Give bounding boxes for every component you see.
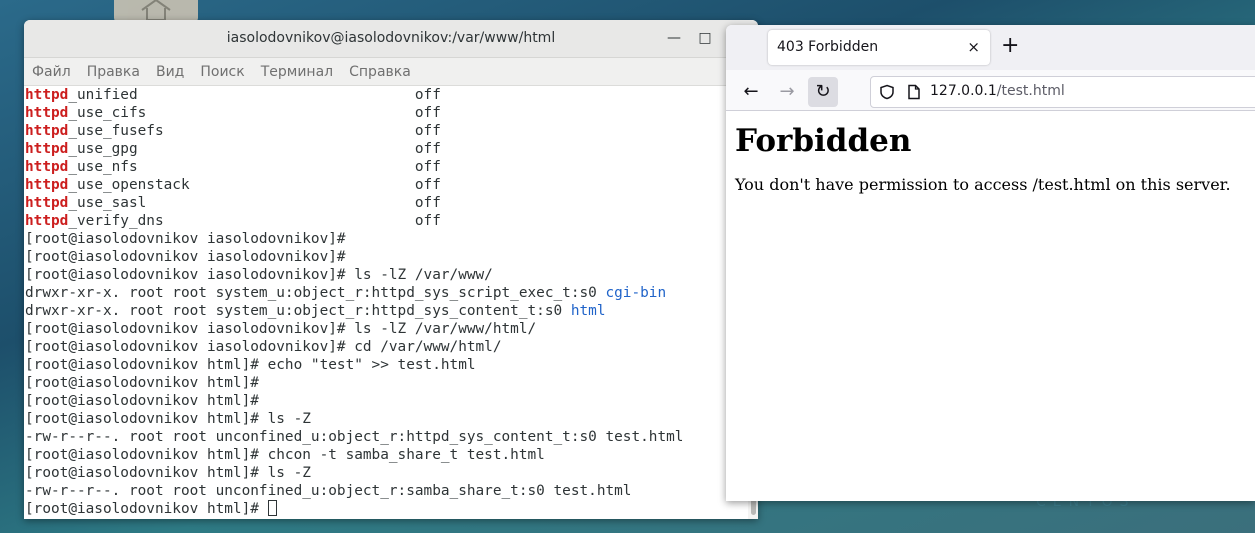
line-text: _use_gpg off bbox=[68, 141, 441, 157]
tab-close-icon[interactable]: × bbox=[967, 38, 980, 56]
page-message: You don't have permission to access /tes… bbox=[735, 175, 1231, 194]
line-text: [root@iasolodovnikov html]# bbox=[25, 375, 259, 391]
keyword-highlight: httpd bbox=[25, 141, 69, 157]
terminal-line: [root@iasolodovnikov html]# ls -Z bbox=[25, 464, 748, 482]
line-text: [root@iasolodovnikov iasolodovnikov]# ls… bbox=[25, 321, 537, 337]
page-icon[interactable] bbox=[907, 84, 921, 100]
tab-title: 403 Forbidden bbox=[777, 39, 879, 55]
menu-file[interactable]: Файл bbox=[32, 64, 71, 80]
line-text: -rw-r--r--. root root unconfined_u:objec… bbox=[25, 483, 632, 499]
keyword-highlight: httpd bbox=[25, 159, 69, 175]
keyword-highlight: httpd bbox=[25, 123, 69, 139]
url-text[interactable]: 127.0.0.1/test.html bbox=[930, 83, 1065, 99]
menu-edit[interactable]: Правка bbox=[87, 64, 140, 80]
scrollbar-thumb[interactable] bbox=[751, 499, 756, 515]
terminal-line: drwxr-xr-x. root root system_u:object_r:… bbox=[25, 284, 748, 302]
terminal-output[interactable]: httpd_unified off httpd_use_cifs off httpd… bbox=[24, 86, 748, 519]
directory-name: html bbox=[570, 303, 606, 319]
url-path: /test.html bbox=[996, 83, 1065, 99]
line-text: drwxr-xr-x. root root system_u:object_r:… bbox=[25, 285, 606, 301]
terminal-line: httpd_use_gpg off bbox=[25, 140, 748, 158]
terminal-line: [root@iasolodovnikov iasolodovnikov]# ls… bbox=[25, 320, 748, 338]
desktop-home-icon[interactable] bbox=[114, 0, 198, 22]
browser-navbar: ← → ↻ 127.0.0.1/test.html bbox=[726, 70, 1255, 111]
terminal-line: httpd_use_nfs off bbox=[25, 158, 748, 176]
line-text: [root@iasolodovnikov html]# ls -Z bbox=[25, 411, 311, 427]
menu-help[interactable]: Справка bbox=[349, 64, 411, 80]
terminal-titlebar[interactable]: iasolodovnikov@iasolodovnikov:/var/www/h… bbox=[24, 20, 758, 58]
keyword-highlight: httpd bbox=[25, 105, 69, 121]
directory-name: cgi-bin bbox=[605, 285, 667, 301]
url-bar[interactable]: 127.0.0.1/test.html bbox=[870, 76, 1255, 108]
forward-button[interactable]: → bbox=[772, 77, 802, 107]
keyword-highlight: httpd bbox=[25, 177, 69, 193]
menu-search[interactable]: Поиск bbox=[200, 64, 244, 80]
terminal-line: httpd_verify_dns off bbox=[25, 212, 748, 230]
terminal-line: [root@iasolodovnikov iasolodovnikov]# bbox=[25, 230, 748, 248]
page-heading: Forbidden bbox=[735, 123, 912, 159]
line-text: [root@iasolodovnikov iasolodovnikov]# bbox=[25, 231, 346, 247]
terminal-line: [root@iasolodovnikov html]# echo "test" … bbox=[25, 356, 748, 374]
shield-icon[interactable] bbox=[879, 84, 895, 100]
maximize-button[interactable]: □ bbox=[695, 28, 715, 48]
terminal-line: [root@iasolodovnikov iasolodovnikov]# cd… bbox=[25, 338, 748, 356]
browser-window[interactable]: 403 Forbidden × + ← → ↻ 127.0.0.1/test.h… bbox=[726, 25, 1255, 501]
line-text: [root@iasolodovnikov html]# ls -Z bbox=[25, 465, 311, 481]
terminal-line: [root@iasolodovnikov html]# bbox=[25, 392, 748, 410]
terminal-line: httpd_use_cifs off bbox=[25, 104, 748, 122]
minimize-button[interactable]: — bbox=[664, 28, 684, 48]
browser-tabbar: 403 Forbidden × + bbox=[726, 25, 1255, 70]
keyword-highlight: httpd bbox=[25, 87, 69, 103]
terminal-line: httpd_use_openstack off bbox=[25, 176, 748, 194]
line-text: [root@iasolodovnikov iasolodovnikov]# cd… bbox=[25, 339, 502, 355]
line-text: [root@iasolodovnikov html]# chcon -t sam… bbox=[25, 447, 545, 463]
terminal-line: [root@iasolodovnikov html]# chcon -t sam… bbox=[25, 446, 748, 464]
line-text: _verify_dns off bbox=[68, 213, 441, 229]
line-text: -rw-r--r--. root root unconfined_u:objec… bbox=[25, 429, 684, 445]
new-tab-button[interactable]: + bbox=[1001, 35, 1019, 57]
terminal-line: httpd_use_sasl off bbox=[25, 194, 748, 212]
menu-view[interactable]: Вид bbox=[156, 64, 184, 80]
back-button[interactable]: ← bbox=[736, 77, 766, 107]
browser-tab[interactable]: 403 Forbidden × bbox=[768, 30, 990, 65]
page-content: Forbidden You don't have permission to a… bbox=[726, 111, 1255, 202]
terminal-menubar: Файл Правка Вид Поиск Терминал Справка bbox=[24, 58, 758, 86]
terminal-line: drwxr-xr-x. root root system_u:object_r:… bbox=[25, 302, 748, 320]
line-text: [root@iasolodovnikov iasolodovnikov]# bbox=[25, 249, 346, 265]
line-text: _use_openstack off bbox=[68, 177, 441, 193]
line-text: _unified off bbox=[68, 87, 441, 103]
line-text: drwxr-xr-x. root root system_u:object_r:… bbox=[25, 303, 571, 319]
keyword-highlight: httpd bbox=[25, 213, 69, 229]
reload-button[interactable]: ↻ bbox=[808, 77, 838, 107]
line-text: [root@iasolodovnikov iasolodovnikov]# ls… bbox=[25, 267, 493, 283]
line-text: [root@iasolodovnikov html]# bbox=[25, 393, 259, 409]
menu-terminal[interactable]: Терминал bbox=[261, 64, 333, 80]
terminal-line: httpd_use_fusefs off bbox=[25, 122, 748, 140]
line-text: _use_fusefs off bbox=[68, 123, 441, 139]
line-text: _use_nfs off bbox=[68, 159, 441, 175]
terminal-line: -rw-r--r--. root root unconfined_u:objec… bbox=[25, 428, 748, 446]
terminal-line: [root@iasolodovnikov html]# bbox=[25, 500, 748, 518]
terminal-line: httpd_unified off bbox=[25, 86, 748, 104]
terminal-line: [root@iasolodovnikov iasolodovnikov]# bbox=[25, 248, 748, 266]
terminal-window[interactable]: iasolodovnikov@iasolodovnikov:/var/www/h… bbox=[24, 20, 758, 519]
terminal-cursor bbox=[267, 500, 277, 516]
terminal-line: [root@iasolodovnikov html]# bbox=[25, 374, 748, 392]
line-text: [root@iasolodovnikov html]# echo "test" … bbox=[25, 357, 476, 373]
url-host: 127.0.0.1 bbox=[930, 83, 997, 99]
terminal-title: iasolodovnikov@iasolodovnikov:/var/www/h… bbox=[226, 30, 556, 46]
terminal-line: [root@iasolodovnikov iasolodovnikov]# ls… bbox=[25, 266, 748, 284]
line-text: _use_sasl off bbox=[68, 195, 441, 211]
terminal-line: -rw-r--r--. root root unconfined_u:objec… bbox=[25, 482, 748, 500]
line-text: [root@iasolodovnikov html]# bbox=[25, 501, 268, 517]
line-text: _use_cifs off bbox=[68, 105, 441, 121]
keyword-highlight: httpd bbox=[25, 195, 69, 211]
terminal-line: [root@iasolodovnikov html]# ls -Z bbox=[25, 410, 748, 428]
